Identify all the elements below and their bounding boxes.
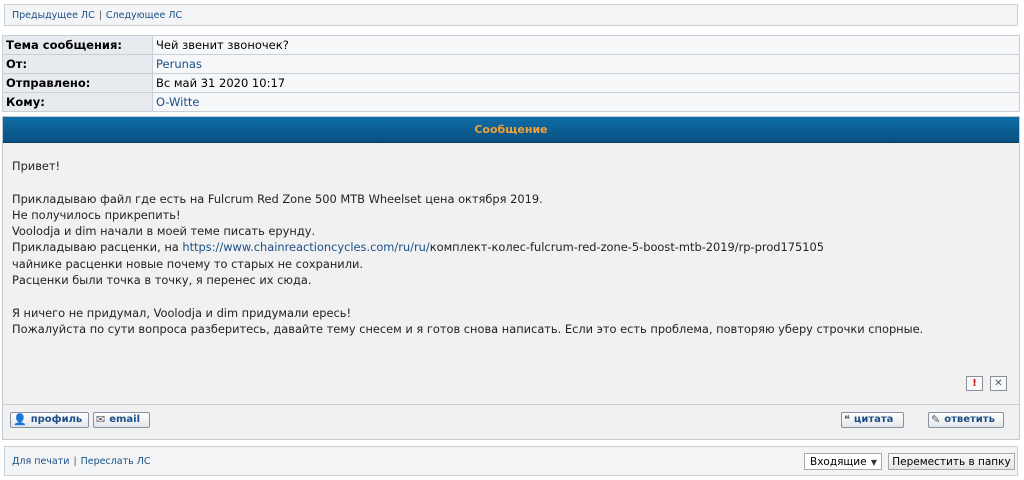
profile-button-label: профиль	[30, 414, 83, 425]
quote-button-label: цитата	[853, 414, 894, 425]
from-user-link[interactable]: Perunas	[152, 54, 1020, 74]
message-line: Расценки были точка в точку, я перенес и…	[12, 273, 312, 288]
sent-label: Отправлено:	[2, 73, 153, 93]
post-action-icons: ! ✕	[966, 376, 1007, 391]
email-button[interactable]: ✉ email	[93, 412, 151, 428]
meta-row-sent: Отправлено: Вс май 31 2020 10:17	[2, 73, 1020, 93]
message-greeting: Привет!	[12, 159, 61, 173]
pm-view: Предыдущее ЛС | Следующее ЛС Тема сообщени…	[0, 0, 1024, 480]
buttons-divider	[3, 404, 1019, 405]
subject-value: Чей звенит звоночек?	[152, 35, 1020, 55]
meta-row-from: От: Perunas	[2, 54, 1020, 74]
prev-pm-link[interactable]: Предыдущее ЛС	[12, 10, 95, 21]
nav-separator: |	[73, 456, 77, 467]
message-line: Не получилось прикрепить!	[12, 207, 181, 222]
meta-row-subject: Тема сообщения: Чей звенит звоночек?	[2, 35, 1020, 55]
reply-icon: ✎	[931, 413, 941, 426]
user-icon: 👤	[13, 413, 27, 426]
message-body: Привет! Прикладываю файл где есть на Ful…	[12, 158, 1007, 337]
email-button-label: email	[109, 414, 141, 425]
message-meta-table: Тема сообщения: Чей звенит звоночек? От:…	[2, 35, 1020, 112]
message-line: Я ничего не придумал, Voolodja и dim при…	[12, 305, 352, 320]
bottom-links: Для печати | Переслать ЛС	[12, 456, 151, 467]
chevron-down-icon: ▼	[870, 458, 877, 467]
from-label: От:	[2, 54, 153, 74]
quote-icon: ❝	[844, 413, 850, 426]
top-navigation: Предыдущее ЛС | Следующее ЛС	[4, 4, 1018, 26]
next-pm-link[interactable]: Следующее ЛС	[106, 10, 182, 21]
folder-select-value: Входящие	[810, 456, 867, 468]
reply-button-label: ответить	[944, 414, 995, 425]
to-user-link[interactable]: O-Witte	[152, 92, 1020, 112]
message-line: Прикладываю файл где есть на Fulcrum Red…	[12, 191, 543, 206]
message-line: Пожалуйста по сути вопроса разберитесь, …	[12, 321, 924, 336]
print-link[interactable]: Для печати	[12, 456, 69, 467]
message-line: Voolodja и dim начали в моей теме писать…	[12, 224, 316, 239]
move-to-folder-button[interactable]: Переместить в папку	[888, 453, 1015, 470]
forward-pm-link[interactable]: Переслать ЛС	[81, 456, 151, 467]
reply-button[interactable]: ✎ ответить	[928, 412, 1004, 428]
quote-button[interactable]: ❝ цитата	[841, 412, 905, 428]
folder-select[interactable]: Входящие ▼	[804, 453, 882, 470]
chainreaction-link[interactable]: https://www.chainreactioncycles.com/ru/r…	[182, 240, 429, 254]
delete-icon[interactable]: ✕	[990, 376, 1007, 391]
line-prefix: Прикладываю расценки, на	[12, 240, 183, 255]
nav-separator: |	[98, 10, 102, 21]
profile-button[interactable]: 👤 профиль	[10, 412, 90, 428]
message-line-with-link: Прикладываю расценки, на https://www.cha…	[12, 239, 1007, 255]
line-suffix: комплект-колес-fulcrum-red-zone-5-boost-…	[429, 240, 824, 255]
meta-row-to: Кому: O-Witte	[2, 92, 1020, 112]
bottom-navigation: Для печати | Переслать ЛС Входящие ▼ Перем…	[4, 446, 1018, 476]
sent-value: Вс май 31 2020 10:17	[152, 73, 1020, 93]
message-header: Сообщение	[3, 117, 1019, 143]
message-line: чайнике расценки новые почему то старых …	[12, 256, 364, 271]
subject-label: Тема сообщения:	[2, 35, 153, 55]
to-label: Кому:	[2, 92, 153, 112]
report-icon[interactable]: !	[966, 376, 983, 391]
envelope-icon: ✉	[96, 413, 106, 426]
message-box: Сообщение Привет! Прикладываю файл где е…	[2, 116, 1020, 440]
